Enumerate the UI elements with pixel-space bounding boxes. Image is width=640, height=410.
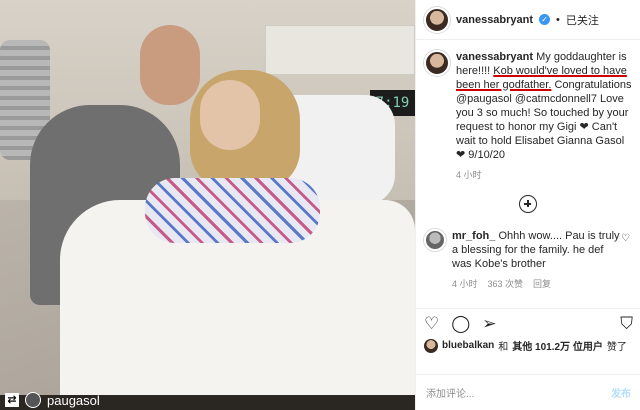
comment-heart-icon[interactable]: ♡ bbox=[621, 233, 630, 244]
repost-credit[interactable]: ⇄ paugasol bbox=[5, 392, 100, 408]
photo-woman-head bbox=[200, 80, 260, 150]
header-avatar[interactable] bbox=[424, 6, 450, 33]
follow-status-button[interactable]: 已关注 bbox=[566, 12, 599, 28]
add-comment-bar: 添加评论... 发布 bbox=[416, 374, 640, 410]
likes-liked: 赞了 bbox=[606, 342, 627, 353]
action-bar: ♡ ◯ ➢ ⛉ bbox=[416, 308, 640, 338]
bookmark-icon[interactable]: ⛉ bbox=[620, 315, 633, 332]
post-comment-button[interactable]: 发布 bbox=[611, 385, 631, 400]
comment-likes[interactable]: 363 次赞 bbox=[488, 277, 524, 290]
post-caption: vanessabryant My goddaughter is here!!!!… bbox=[416, 40, 640, 181]
comment-meta: 4 小时 363 次赞 回复 bbox=[452, 277, 622, 290]
likes-summary: bluebalkan 和 其他 101.2万 位用户 赞了 bbox=[424, 338, 627, 353]
comment-avatar[interactable] bbox=[424, 229, 446, 251]
photo-baby bbox=[145, 178, 320, 243]
repost-icon: ⇄ bbox=[5, 393, 19, 407]
photo-wall-panel bbox=[265, 25, 415, 75]
heart-icon[interactable]: ♡ bbox=[424, 315, 439, 332]
likes-and: 和 bbox=[498, 342, 509, 353]
post-header: vanessabryant ✓ • 已关注 bbox=[416, 0, 640, 40]
load-more-comments-icon[interactable] bbox=[519, 195, 537, 213]
share-icon[interactable]: ➢ bbox=[482, 315, 496, 332]
verified-badge-icon: ✓ bbox=[539, 14, 551, 25]
caption-username[interactable]: vanessabryant bbox=[456, 51, 533, 63]
repost-avatar bbox=[25, 392, 41, 408]
post-photo[interactable]: 7:19 ⇄ paugasol bbox=[0, 0, 415, 410]
comment-text: mr_foh_ Ohhh wow.... Pau is truly a bles… bbox=[452, 229, 622, 271]
caption-avatar[interactable] bbox=[424, 50, 450, 76]
caption-text-after: Congratulations @paugasol @catmcdonnell7… bbox=[456, 79, 632, 161]
header-separator: • bbox=[556, 13, 560, 26]
repost-username[interactable]: paugasol bbox=[47, 393, 100, 408]
caption-time: 4 小时 bbox=[456, 170, 482, 180]
post-sidebar: vanessabryant ✓ • 已关注 vanessabryant My g… bbox=[415, 0, 640, 410]
comment-icon[interactable]: ◯ bbox=[451, 315, 470, 332]
caption-text: vanessabryant My goddaughter is here!!!!… bbox=[456, 50, 636, 162]
comment-reply[interactable]: 回复 bbox=[533, 277, 551, 290]
header-username[interactable]: vanessabryant bbox=[456, 14, 533, 26]
likes-others[interactable]: 其他 101.2万 位用户 bbox=[512, 338, 603, 353]
photo-man-head bbox=[140, 25, 200, 105]
comment-input[interactable]: 添加评论... bbox=[426, 385, 474, 400]
comment-username[interactable]: mr_foh_ bbox=[452, 230, 495, 242]
comment-time: 4 小时 bbox=[452, 279, 478, 289]
likes-user[interactable]: bluebalkan bbox=[442, 340, 494, 351]
comment-item: mr_foh_ Ohhh wow.... Pau is truly a bles… bbox=[416, 213, 640, 290]
likes-avatar[interactable] bbox=[424, 338, 438, 353]
